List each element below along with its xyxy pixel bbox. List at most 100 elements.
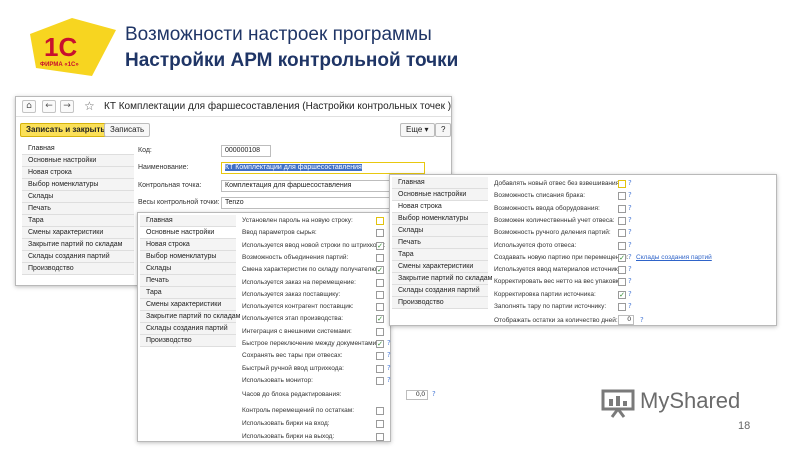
basic-setting-checkbox[interactable]: ✓ bbox=[376, 315, 384, 324]
help-icon[interactable]: ? bbox=[387, 351, 391, 359]
name-field[interactable]: КТ Комплектации для фаршесоставления bbox=[221, 162, 425, 174]
sidebar-item-basic[interactable]: Основные настройки bbox=[22, 155, 134, 167]
more-button[interactable]: Еще ▾ bbox=[400, 123, 435, 137]
basic-setting-checkbox[interactable] bbox=[376, 229, 384, 238]
basic-setting-checkbox[interactable] bbox=[376, 303, 384, 312]
new-line-setting-checkbox[interactable] bbox=[618, 216, 626, 225]
home-icon[interactable]: ⌂ bbox=[22, 100, 36, 113]
scales-field[interactable]: Tenzo bbox=[221, 197, 391, 209]
sidebar-item-warehouses[interactable]: Склады bbox=[140, 263, 236, 275]
sidebar-item-tare[interactable]: Тара bbox=[22, 215, 134, 227]
control-point-field[interactable]: Комплектация для фаршесоставления bbox=[221, 180, 391, 192]
back-arrow-icon[interactable]: ← bbox=[42, 100, 56, 113]
basic-setting-checkbox[interactable] bbox=[376, 364, 384, 373]
help-icon[interactable]: ? bbox=[628, 241, 632, 249]
new-line-setting-checkbox[interactable]: ✓ bbox=[618, 290, 626, 299]
sidebar-item-characteristics[interactable]: Смены характеристики bbox=[22, 227, 134, 239]
sidebar-basic: Главная Основные настройки Новая строка … bbox=[140, 215, 241, 347]
basic-setting-label: Контроль перемещений по остаткам: bbox=[242, 407, 355, 414]
basic-setting-checkbox[interactable] bbox=[376, 327, 384, 336]
basic-setting-checkbox[interactable] bbox=[376, 352, 384, 361]
sidebar-item-basic[interactable]: Основные настройки bbox=[392, 189, 488, 201]
help-icon[interactable]: ? bbox=[387, 339, 391, 347]
sidebar-item-closing-batches[interactable]: Закрытие партий по складам bbox=[140, 311, 241, 323]
new-line-setting-checkbox[interactable] bbox=[618, 241, 626, 250]
basic-setting-checkbox[interactable] bbox=[376, 433, 384, 441]
slide-subtitle: Настройки АРМ контрольной точки bbox=[125, 50, 459, 71]
sidebar-item-tare[interactable]: Тара bbox=[392, 249, 488, 261]
sidebar-item-nomenclature[interactable]: Выбор номенклатуры bbox=[140, 251, 236, 263]
help-icon[interactable]: ? bbox=[628, 290, 632, 298]
basic-setting-label: Возможность объединения партий: bbox=[242, 253, 349, 261]
sidebar-item-closing-batches[interactable]: Закрытие партий по складам bbox=[22, 239, 134, 251]
sidebar-item-new-line[interactable]: Новая строка bbox=[22, 167, 134, 179]
help-icon[interactable]: ? bbox=[628, 191, 632, 199]
basic-setting-checkbox[interactable] bbox=[376, 217, 384, 225]
basic-setting-checkbox[interactable] bbox=[376, 376, 384, 385]
sidebar-item-production[interactable]: Производство bbox=[140, 335, 236, 347]
sidebar-item-nomenclature[interactable]: Выбор номенклатуры bbox=[392, 213, 488, 225]
sidebar-item-print[interactable]: Печать bbox=[22, 203, 134, 215]
save-button[interactable]: Записать bbox=[104, 123, 151, 137]
sidebar-item-warehouses[interactable]: Склады bbox=[392, 225, 488, 237]
save-close-button[interactable]: Записать и закрыть bbox=[20, 123, 112, 137]
sidebar-item-new-line[interactable]: Новая строка bbox=[392, 201, 488, 213]
sidebar-item-nomenclature[interactable]: Выбор номенклатуры bbox=[22, 179, 134, 191]
basic-setting-checkbox[interactable]: ✓ bbox=[376, 241, 384, 250]
sidebar-item-production[interactable]: Производство bbox=[392, 297, 488, 309]
sidebar-item-tare[interactable]: Тара bbox=[140, 287, 236, 299]
help-icon[interactable]: ? bbox=[628, 265, 632, 273]
sidebar-item-print[interactable]: Печать bbox=[392, 237, 488, 249]
basic-setting-checkbox[interactable] bbox=[376, 278, 384, 287]
sidebar-item-batch-warehouses[interactable]: Склады создания партий bbox=[22, 251, 134, 263]
sidebar-item-main[interactable]: Главная bbox=[22, 143, 134, 155]
sidebar-item-batch-warehouses[interactable]: Склады создания партий bbox=[392, 285, 488, 297]
help-icon[interactable]: ? bbox=[628, 277, 632, 285]
help-icon[interactable]: ? bbox=[628, 204, 632, 212]
code-field[interactable]: 000000108 bbox=[221, 145, 271, 157]
sidebar-item-main[interactable]: Главная bbox=[392, 177, 488, 189]
sidebar-item-batch-warehouses[interactable]: Склады создания партий bbox=[140, 323, 236, 335]
help-icon[interactable]: ? bbox=[628, 216, 632, 224]
new-line-setting-checkbox[interactable] bbox=[618, 303, 626, 311]
basic-setting-label: Использовать монитор: bbox=[242, 376, 313, 384]
help-icon[interactable]: ? bbox=[387, 364, 391, 372]
batch-warehouses-link[interactable]: Склады создания партий bbox=[636, 254, 712, 261]
new-line-setting-checkbox[interactable] bbox=[618, 266, 626, 275]
sidebar-item-characteristics[interactable]: Смены характеристики bbox=[392, 261, 488, 273]
favorite-star-icon[interactable]: ☆ bbox=[84, 99, 95, 113]
forward-arrow-icon[interactable]: → bbox=[60, 100, 74, 113]
help-button[interactable]: ? bbox=[435, 123, 452, 137]
help-icon[interactable]: ? bbox=[640, 316, 644, 324]
basic-setting-checkbox[interactable] bbox=[376, 290, 384, 299]
remains-days-field[interactable]: 0 bbox=[618, 315, 634, 325]
new-line-setting-checkbox[interactable] bbox=[618, 229, 626, 238]
basic-setting-checkbox[interactable]: ✓ bbox=[376, 266, 384, 275]
new-line-setting-checkbox[interactable] bbox=[618, 180, 626, 188]
sidebar-item-warehouses[interactable]: Склады bbox=[22, 191, 134, 203]
new-line-setting-checkbox[interactable] bbox=[618, 204, 626, 213]
help-icon[interactable]: ? bbox=[628, 179, 632, 187]
sidebar-item-main[interactable]: Главная bbox=[140, 215, 236, 227]
basic-setting-checkbox[interactable] bbox=[376, 253, 384, 262]
sidebar-item-closing-batches[interactable]: Закрытие партий по складам bbox=[392, 273, 493, 285]
new-line-setting-label: Добавлять новый отвес без взвешивания: bbox=[494, 180, 621, 187]
sidebar-item-characteristics[interactable]: Смены характеристики bbox=[140, 299, 236, 311]
basic-setting-checkbox[interactable] bbox=[376, 420, 384, 428]
help-icon[interactable]: ? bbox=[628, 253, 632, 261]
help-icon[interactable]: ? bbox=[628, 228, 632, 236]
sidebar-item-basic[interactable]: Основные настройки bbox=[140, 227, 236, 239]
edit-block-hours-field[interactable]: 0,0 bbox=[406, 390, 428, 400]
help-icon[interactable]: ? bbox=[432, 390, 436, 398]
sidebar-item-print[interactable]: Печать bbox=[140, 275, 236, 287]
help-icon[interactable]: ? bbox=[628, 302, 632, 310]
logo-caption: ФИРМА «1С» bbox=[40, 62, 79, 68]
new-line-setting-checkbox[interactable] bbox=[618, 192, 626, 201]
sidebar-item-new-line[interactable]: Новая строка bbox=[140, 239, 236, 251]
basic-setting-checkbox[interactable] bbox=[376, 407, 384, 415]
new-line-setting-checkbox[interactable] bbox=[618, 278, 626, 287]
new-line-setting-checkbox[interactable]: ✓ bbox=[618, 253, 626, 262]
sidebar-item-production[interactable]: Производство bbox=[22, 263, 134, 275]
basic-setting-checkbox[interactable]: ✓ bbox=[376, 340, 384, 348]
help-icon[interactable]: ? bbox=[387, 376, 391, 384]
